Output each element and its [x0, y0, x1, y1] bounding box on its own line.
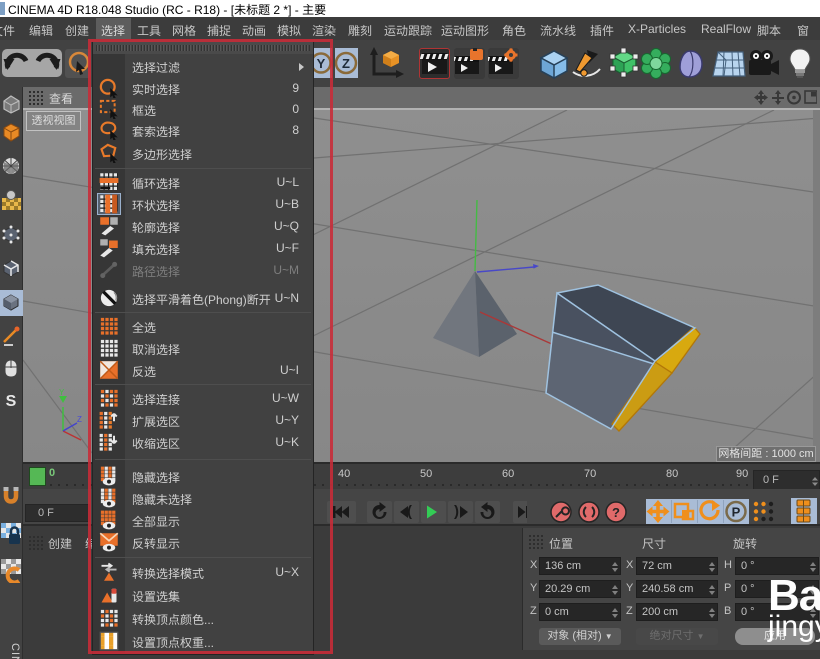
svg-text:Y: Y — [59, 388, 65, 397]
svg-text:Z: Z — [77, 415, 82, 424]
svg-text:Z: Z — [342, 56, 350, 71]
svg-text:S: S — [6, 393, 17, 410]
svg-text:?: ? — [612, 505, 620, 520]
svg-text:P: P — [732, 505, 741, 520]
